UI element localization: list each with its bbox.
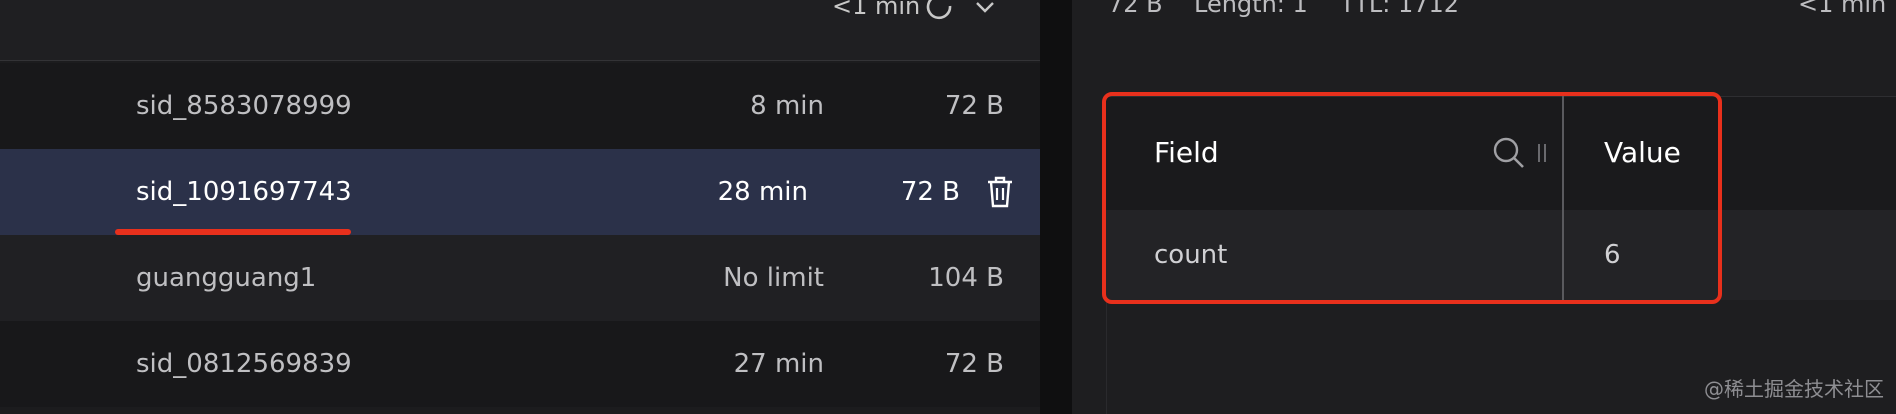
key-ttl: 8 min (750, 91, 824, 121)
key-name: sid_0812569839 (136, 349, 352, 379)
key-size: 72 B (900, 177, 960, 207)
key-length-value: Length: 1 (1194, 0, 1308, 18)
key-ttl: No limit (723, 263, 824, 293)
key-name: guangguang1 (136, 263, 317, 293)
key-name: sid_1091697743 (136, 177, 352, 207)
key-size: 72 B (944, 91, 1004, 121)
key-row-selected[interactable]: sid_1091697743 28 min 72 B (0, 149, 1040, 235)
annotation-underline (115, 229, 351, 235)
delete-icon[interactable] (984, 175, 1016, 209)
annotation-highlight-box (1102, 92, 1722, 304)
chevron-down-icon[interactable] (974, 0, 996, 18)
key-ttl: 27 min (733, 349, 824, 379)
key-size-value: 72 B (1108, 0, 1163, 18)
watermark: @稀土掘金技术社区 (1704, 377, 1884, 401)
key-row[interactable]: guangguang1 No limit 104 B (0, 235, 1040, 321)
key-details-panel: 72 B Length: 1 TTL: 1712 <1 min Field Va… (1072, 0, 1896, 414)
panel-divider (1040, 0, 1072, 414)
keys-list-header: <1 min (0, 0, 1040, 61)
key-ttl: 28 min (717, 177, 808, 207)
refresh-icon[interactable] (924, 0, 956, 22)
key-name: sid_8583078999 (136, 91, 352, 121)
key-row[interactable]: sid_0812569839 27 min 72 B (0, 321, 1040, 407)
key-ttl-value: TTL: 1712 (1340, 0, 1460, 18)
key-size: 72 B (944, 349, 1004, 379)
keys-list-panel: <1 min sid_8583078999 8 min 72 B sid_109… (0, 0, 1040, 414)
key-size: 104 B (928, 263, 1004, 293)
last-refresh-label: <1 min (1798, 0, 1887, 18)
key-row[interactable]: sid_8583078999 8 min 72 B (0, 63, 1040, 149)
last-refresh-label: <1 min (832, 0, 921, 20)
